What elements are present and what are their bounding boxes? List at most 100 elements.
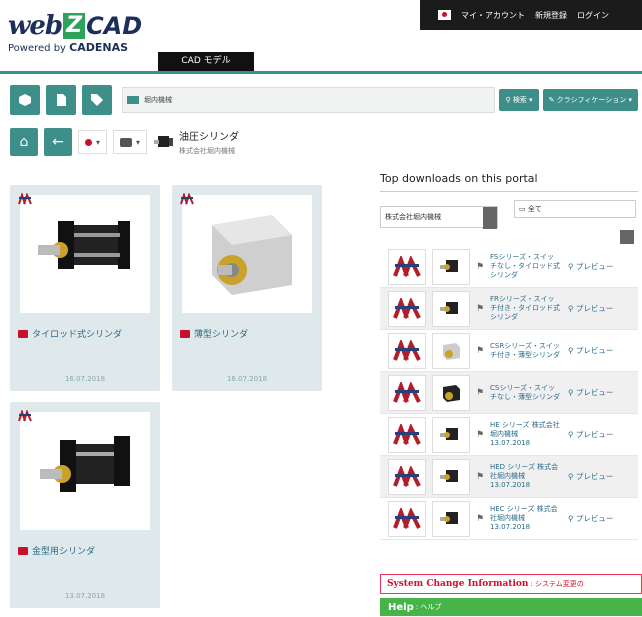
supplier-icon: [120, 137, 133, 147]
magnifier-icon: ⚲: [568, 346, 574, 355]
preview-link[interactable]: ⚲ プレビュー: [568, 303, 613, 314]
list-item[interactable]: ⚑ CSシリーズ・スイッチなし・薄型シリンダ ⚲ プレビュー: [380, 372, 638, 414]
product-thumbnail[interactable]: [432, 374, 470, 411]
preview-link[interactable]: ⚲ プレビュー: [568, 471, 613, 482]
chevron-down-icon[interactable]: [483, 207, 497, 229]
home-button[interactable]: ⌂: [10, 128, 38, 156]
document-button[interactable]: [46, 85, 76, 115]
system-change-banner[interactable]: System Change Information: システム変更の: [380, 574, 642, 594]
language-dropdown[interactable]: ▾: [78, 130, 108, 154]
tag-icon: ⚑: [476, 261, 485, 272]
product-thumbnail[interactable]: [432, 416, 470, 453]
product-name[interactable]: CSシリーズ・スイッチなし・薄型シリンダ: [490, 384, 560, 402]
product-name[interactable]: FSシリーズ・スイッチなし・タイロッド式シリンダ: [490, 253, 560, 280]
cube-icon: [19, 94, 31, 106]
supplier-logo: [388, 458, 426, 495]
product-name[interactable]: FRシリーズ・スイッチ付き・タイロッド式シリンダ: [490, 295, 560, 322]
help-bar[interactable]: Help: ヘルプ: [380, 598, 642, 616]
product-thumbnail[interactable]: [432, 458, 470, 495]
preview-link[interactable]: ⚲ プレビュー: [568, 261, 613, 272]
language-icon: ▭: [519, 205, 528, 213]
horiuchi-logo-icon: [393, 381, 421, 403]
magnifier-icon: ⚲: [568, 304, 574, 313]
horiuchi-logo-icon: [393, 255, 421, 277]
list-item[interactable]: ⚑ HE シリーズ 株式会社堀内機械 13.07.2018 ⚲ プレビュー: [380, 414, 638, 456]
product-thumbnail[interactable]: [432, 500, 470, 537]
list-item[interactable]: ⚑ HEC シリーズ 株式会社堀内機械 13.07.2018 ⚲ プレビュー: [380, 498, 638, 540]
card-label[interactable]: 金型用シリンダ: [18, 544, 95, 557]
preview-link[interactable]: ⚲ プレビュー: [568, 429, 613, 440]
card-date: 16.07.2018: [64, 375, 106, 383]
cube-view-button[interactable]: [10, 85, 40, 115]
supplier-logo: [388, 416, 426, 453]
thin-cylinder-image: [212, 215, 292, 295]
back-button[interactable]: ←: [44, 128, 72, 156]
tab-cad-model[interactable]: CAD モデル: [158, 52, 254, 71]
top-downloads-panel: Top downloads on this portal 株式会社堀内機械 ▭ …: [380, 172, 638, 540]
list-item[interactable]: ⚑ HED シリーズ 株式会社堀内機械 13.07.2018 ⚲ プレビュー: [380, 456, 638, 498]
product-thumbnail[interactable]: [432, 332, 470, 369]
product-name[interactable]: CSRシリーズ・スイッチ付き・薄型シリンダ: [490, 342, 560, 360]
webcad-logo[interactable]: web Z CAD Powered by CADENAS: [8, 11, 143, 54]
card-thumbnail[interactable]: [20, 195, 150, 313]
logo-cad-text: CAD: [86, 12, 143, 40]
search-input[interactable]: [144, 96, 404, 104]
horiuchi-logo-icon: [393, 465, 421, 487]
category-card[interactable]: タイロッド式シリンダ 16.07.2018: [10, 185, 160, 391]
product-thumbnail[interactable]: [432, 290, 470, 327]
preview-link[interactable]: ⚲ プレビュー: [568, 387, 613, 398]
document-icon: [57, 94, 66, 106]
tag-icon: ⚑: [476, 387, 485, 398]
folder-icon: [18, 546, 28, 555]
magnifier-icon: ⚲: [568, 514, 574, 523]
folder-icon: [18, 329, 28, 338]
product-thumbnail[interactable]: [432, 248, 470, 285]
supplier-logo: [388, 332, 426, 369]
product-name[interactable]: HE シリーズ 株式会社堀内機械 13.07.2018: [490, 421, 560, 448]
tag-icon: ⚑: [476, 471, 485, 482]
magnifier-icon: ⚲: [568, 472, 574, 481]
category-card[interactable]: 薄型シリンダ 16.07.2018: [172, 185, 322, 391]
product-name[interactable]: HEC シリーズ 株式会社堀内機械 13.07.2018: [490, 505, 560, 532]
register-link[interactable]: 新規登録: [535, 10, 567, 21]
chevron-down-icon[interactable]: [620, 230, 634, 244]
card-label[interactable]: タイロッド式シリンダ: [18, 327, 122, 340]
card-date: 13.07.2018: [64, 592, 106, 600]
my-account-link[interactable]: マイ・アカウント: [461, 10, 525, 21]
list-item[interactable]: ⚑ FSシリーズ・スイッチなし・タイロッド式シリンダ ⚲ プレビュー: [380, 246, 638, 288]
card-thumbnail[interactable]: [20, 412, 150, 530]
language-flag-icon: [85, 138, 92, 146]
supplier-filter-select[interactable]: 株式会社堀内機械: [380, 206, 498, 229]
supplier-dropdown[interactable]: ▾: [113, 130, 148, 154]
tag-icon: ⚑: [476, 513, 485, 524]
classification-dropdown[interactable]: ✎ クラシフィケーション ▾: [542, 89, 638, 111]
search-box[interactable]: [122, 87, 496, 113]
search-button[interactable]: ⚲ 検索 ▾: [499, 89, 539, 111]
horiuchi-logo-icon: [393, 297, 421, 319]
login-link[interactable]: ログイン: [577, 10, 609, 21]
top-account-bar: マイ・アカウント 新規登録 ログイン: [420, 0, 642, 30]
tag-icon: ⚑: [476, 429, 485, 440]
tag-button[interactable]: [82, 85, 112, 115]
all-filter-select[interactable]: ▭ 全て: [514, 200, 636, 218]
card-thumbnail[interactable]: [182, 195, 312, 313]
supplier-logo: [388, 374, 426, 411]
list-item[interactable]: ⚑ CSRシリーズ・スイッチ付き・薄型シリンダ ⚲ プレビュー: [380, 330, 638, 372]
horiuchi-logo-icon: [393, 507, 421, 529]
tag-icon: ⚑: [476, 303, 485, 314]
preview-link[interactable]: ⚲ プレビュー: [568, 513, 613, 524]
list-item[interactable]: ⚑ FRシリーズ・スイッチ付き・タイロッド式シリンダ ⚲ プレビュー: [380, 288, 638, 330]
preview-link[interactable]: ⚲ プレビュー: [568, 345, 613, 356]
die-cylinder-image: [40, 436, 130, 492]
magnifier-icon: ⚲: [568, 430, 574, 439]
folder-icon: [180, 329, 190, 338]
search-scope-icon: [127, 96, 139, 104]
card-label[interactable]: 薄型シリンダ: [180, 327, 248, 340]
tie-rod-cylinder-image: [38, 221, 130, 269]
category-card[interactable]: 金型用シリンダ 13.07.2018: [10, 402, 160, 608]
horiuchi-logo-icon: [18, 410, 32, 422]
japan-flag-icon[interactable]: [438, 10, 451, 20]
product-name[interactable]: HED シリーズ 株式会社堀内機械 13.07.2018: [490, 463, 560, 490]
block-cylinder-icon: [443, 342, 460, 360]
category-title: 油圧シリンダ 株式会社堀内機械: [179, 132, 240, 155]
